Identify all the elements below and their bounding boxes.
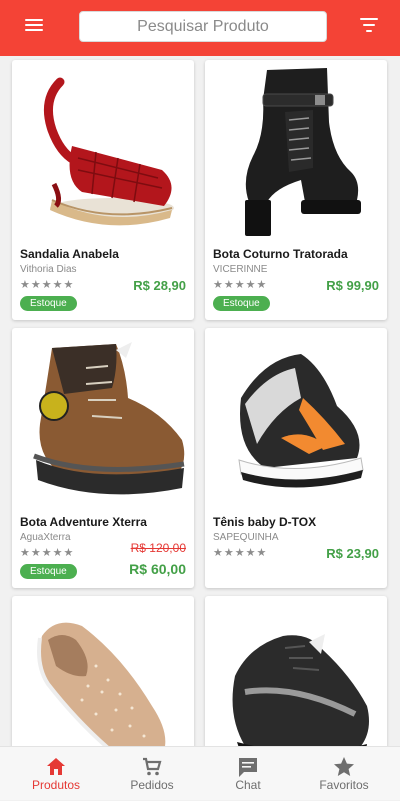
star-icon — [332, 755, 356, 779]
product-vendor: SAPEQUINHA — [213, 532, 279, 543]
nav-label: Chat — [235, 778, 261, 792]
product-image — [12, 328, 194, 508]
bottom-navigation: Produtos Pedidos Chat Favoritos — [0, 746, 400, 800]
product-image — [205, 596, 387, 746]
product-card[interactable]: Bota Adventure Xterra AguaXterra ★★★★★ R… — [12, 328, 194, 588]
filter-icon[interactable] — [358, 18, 380, 38]
rating-stars: ★★★★★ — [20, 279, 75, 291]
rating-stars: ★★★★★ — [213, 279, 268, 291]
stock-badge[interactable]: Estoque — [213, 296, 270, 311]
nav-label: Produtos — [31, 778, 81, 792]
product-card[interactable]: Bota Coturno Tratorada VICERINNE ★★★★★ R… — [205, 60, 387, 320]
product-card[interactable]: Tênis baby D-TOX SAPEQUINHA ★★★★★ R$ 23,… — [205, 328, 387, 588]
nav-label: Favoritos — [319, 778, 369, 792]
product-image — [205, 60, 387, 240]
product-name: Bota Coturno Tratorada — [213, 247, 348, 261]
product-vendor: Vithoria Dias — [20, 264, 77, 275]
nav-item-favoritos[interactable]: Favoritos — [294, 747, 394, 801]
nav-item-pedidos[interactable]: Pedidos — [102, 747, 202, 801]
product-image — [12, 596, 194, 746]
old-price: R$ 120,00 — [130, 541, 186, 555]
stock-badge[interactable]: Estoque — [20, 564, 77, 579]
app-bar: Pesquisar Produto — [0, 0, 400, 56]
product-name: Bota Adventure Xterra — [20, 515, 147, 529]
rating-stars: ★★★★★ — [20, 547, 75, 559]
product-vendor: AguaXterra — [20, 532, 71, 543]
chat-icon — [236, 755, 260, 779]
product-price: R$ 28,90 — [133, 278, 186, 293]
product-grid: Sandalia Anabela Vithoria Dias ★★★★★ R$ … — [0, 56, 400, 746]
product-price: R$ 60,00 — [129, 561, 186, 577]
nav-item-chat[interactable]: Chat — [198, 747, 298, 801]
search-input[interactable]: Pesquisar Produto — [79, 11, 327, 42]
product-vendor: VICERINNE — [213, 264, 268, 275]
product-card[interactable] — [205, 596, 387, 746]
cart-icon — [140, 755, 164, 779]
hamburger-menu-icon[interactable] — [22, 17, 46, 37]
product-price: R$ 99,90 — [326, 278, 379, 293]
product-image — [205, 328, 387, 508]
product-card[interactable] — [12, 596, 194, 746]
home-icon — [44, 755, 68, 779]
rating-stars: ★★★★★ — [213, 547, 268, 559]
product-card[interactable]: Sandalia Anabela Vithoria Dias ★★★★★ R$ … — [12, 60, 194, 320]
product-name: Sandalia Anabela — [20, 247, 119, 261]
stock-badge[interactable]: Estoque — [20, 296, 77, 311]
nav-item-produtos[interactable]: Produtos — [6, 747, 106, 801]
product-image — [12, 60, 194, 240]
product-price: R$ 23,90 — [326, 546, 379, 561]
nav-label: Pedidos — [130, 778, 174, 792]
product-name: Tênis baby D-TOX — [213, 515, 317, 529]
